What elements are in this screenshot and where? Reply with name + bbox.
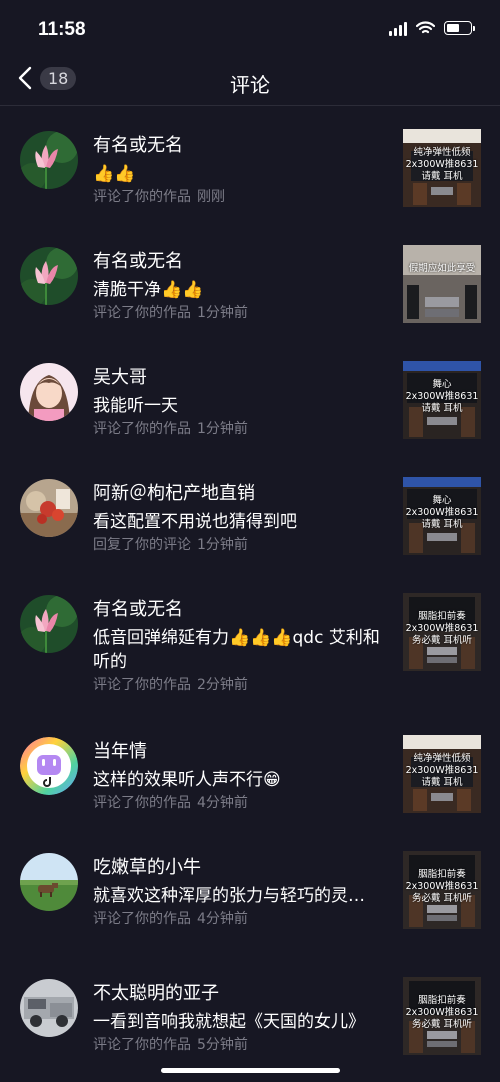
commenter-name[interactable]: 吴大哥 <box>93 363 147 389</box>
thumbnail-caption: 纯净弹性低频 2x300W推8631 请戴 耳机 <box>405 147 479 182</box>
comment-item[interactable]: 有名或无名低音回弹绵延有力👍👍👍qdc 艾利和听的评论了你的作品 2分钟前 胭脂扣前… <box>0 571 500 713</box>
commenter-name[interactable]: 不太聪明的亚子 <box>93 979 219 1005</box>
user-avatar[interactable] <box>20 131 78 189</box>
comment-text: 清脆干净👍👍 <box>93 280 204 300</box>
comment-timestamp: 4分钟前 <box>197 795 248 811</box>
comment-timestamp: 1分钟前 <box>197 537 248 553</box>
comment-text: 看这配置不用说也猜得到吧 <box>93 512 297 532</box>
comment-meta: 评论了你的作品 4分钟前 <box>93 908 248 928</box>
status-time: 11:58 <box>38 19 86 40</box>
comment-item[interactable]: 吴大哥我能听一天评论了你的作品 1分钟前 舞心 2x300W推8631 请戴 耳机 <box>0 339 500 455</box>
comment-item[interactable]: 不太聪明的亚子一看到音响我就想起《天国的女儿》评论了你的作品 5分钟前 胭脂扣前奏 … <box>0 955 500 1081</box>
thumbnail-caption: 胭脂扣前奏 2x300W推8631 务必戴 耳机听 <box>405 869 479 904</box>
comment-action: 评论了你的作品 <box>93 305 191 321</box>
comment-item[interactable]: 阿新＠枸杞产地直销看这配置不用说也猜得到吧回复了你的评论 1分钟前 舞心 2x300… <box>0 455 500 571</box>
comment-action: 评论了你的作品 <box>93 1037 191 1053</box>
comment-meta: 评论了你的作品 2分钟前 <box>93 674 248 694</box>
comment-action: 评论了你的作品 <box>93 421 191 437</box>
comment-meta: 评论了你的作品 刚刚 <box>93 186 225 206</box>
video-thumbnail[interactable]: 胭脂扣前奏 2x300W推8631 务必戴 耳机听 <box>403 593 481 671</box>
comment-action: 回复了你的评论 <box>93 537 191 553</box>
commenter-name[interactable]: 有名或无名 <box>93 247 183 273</box>
comment-item[interactable]: 有名或无名 👍👍 评论了你的作品 刚刚 纯净弹性低频 2x300W推8631 请戴 耳机 <box>0 107 500 223</box>
comment-meta: 评论了你的作品 1分钟前 <box>93 418 248 438</box>
comment-text: 就喜欢这种浑厚的张力与轻巧的灵… <box>93 886 365 906</box>
commenter-name[interactable]: 有名或无名 <box>93 131 183 157</box>
comment-text: 低音回弹绵延有力👍👍👍qdc 艾利和听的 <box>93 628 380 672</box>
thumbnail-caption: 胭脂扣前奏 2x300W推8631 务必戴 耳机听 <box>405 995 479 1030</box>
wifi-icon <box>416 21 435 34</box>
thumbnail-caption: 舞心 2x300W推8631 请戴 耳机 <box>405 379 479 414</box>
comment-action: 评论了你的作品 <box>93 795 191 811</box>
comment-action: 评论了你的作品 <box>93 911 191 927</box>
comment-timestamp: 刚刚 <box>197 189 225 205</box>
thumbnail-caption: 纯净弹性低频 2x300W推8631 请戴 耳机 <box>405 753 479 788</box>
video-thumbnail[interactable]: 假期应如此享受 <box>403 245 481 323</box>
comment-meta: 评论了你的作品 1分钟前 <box>93 302 248 322</box>
comment-text: 我能听一天 <box>93 396 178 416</box>
comment-meta: 评论了你的作品 5分钟前 <box>93 1034 248 1054</box>
user-avatar[interactable] <box>20 853 78 911</box>
user-avatar[interactable] <box>20 737 78 795</box>
user-avatar[interactable] <box>20 247 78 305</box>
comment-item[interactable]: 吃嫩草的小牛就喜欢这种浑厚的张力与轻巧的灵… 评论了你的作品 4分钟前 胭脂扣前奏 2… <box>0 829 500 955</box>
status-bar: 11:58 <box>0 0 500 56</box>
cellular-signal-icon <box>389 20 407 36</box>
page-header: 18 评论 <box>0 56 500 106</box>
comment-timestamp: 1分钟前 <box>197 305 248 321</box>
battery-icon <box>444 21 475 35</box>
comment-meta: 评论了你的作品 4分钟前 <box>93 792 248 812</box>
comment-timestamp: 1分钟前 <box>197 421 248 437</box>
comment-text: 👍👍 <box>93 164 136 184</box>
comment-text: 一看到音响我就想起《天国的女儿》 <box>93 1012 365 1032</box>
user-avatar[interactable] <box>20 595 78 653</box>
comment-timestamp: 5分钟前 <box>197 1037 248 1053</box>
video-thumbnail[interactable]: 纯净弹性低频 2x300W推8631 请戴 耳机 <box>403 735 481 813</box>
user-avatar[interactable] <box>20 363 78 421</box>
comment-action: 评论了你的作品 <box>93 189 191 205</box>
commenter-name[interactable]: 阿新＠枸杞产地直销 <box>93 479 255 505</box>
comment-item[interactable]: 当年情这样的效果听人声不行😁 评论了你的作品 4分钟前 纯净弹性低频 2x300W推8… <box>0 713 500 829</box>
commenter-name[interactable]: 吃嫩草的小牛 <box>93 853 201 879</box>
comment-text: 这样的效果听人声不行😁 <box>93 770 281 790</box>
comment-timestamp: 4分钟前 <box>197 911 248 927</box>
comment-meta: 回复了你的评论 1分钟前 <box>93 534 248 554</box>
video-thumbnail[interactable]: 舞心 2x300W推8631 请戴 耳机 <box>403 477 481 555</box>
video-thumbnail[interactable]: 纯净弹性低频 2x300W推8631 请戴 耳机 <box>403 129 481 207</box>
thumbnail-caption: 假期应如此享受 <box>408 263 476 274</box>
video-thumbnail[interactable]: 胭脂扣前奏 2x300W推8631 务必戴 耳机听 <box>403 977 481 1055</box>
comment-action: 评论了你的作品 <box>93 677 191 693</box>
thumbnail-caption: 舞心 2x300W推8631 请戴 耳机 <box>405 495 479 530</box>
comment-timestamp: 2分钟前 <box>197 677 248 693</box>
comment-item[interactable]: 有名或无名清脆干净👍👍 评论了你的作品 1分钟前 假期应如此享受 <box>0 223 500 339</box>
page-title: 评论 <box>230 73 270 97</box>
user-avatar[interactable] <box>20 479 78 537</box>
video-thumbnail[interactable]: 胭脂扣前奏 2x300W推8631 务必戴 耳机听 <box>403 851 481 929</box>
video-thumbnail[interactable]: 舞心 2x300W推8631 请戴 耳机 <box>403 361 481 439</box>
commenter-name[interactable]: 有名或无名 <box>93 595 183 621</box>
status-icons <box>389 20 475 36</box>
user-avatar[interactable] <box>20 979 78 1037</box>
home-indicator[interactable] <box>161 1068 340 1073</box>
thumbnail-caption: 胭脂扣前奏 2x300W推8631 务必戴 耳机听 <box>405 611 479 646</box>
commenter-name[interactable]: 当年情 <box>93 737 147 763</box>
